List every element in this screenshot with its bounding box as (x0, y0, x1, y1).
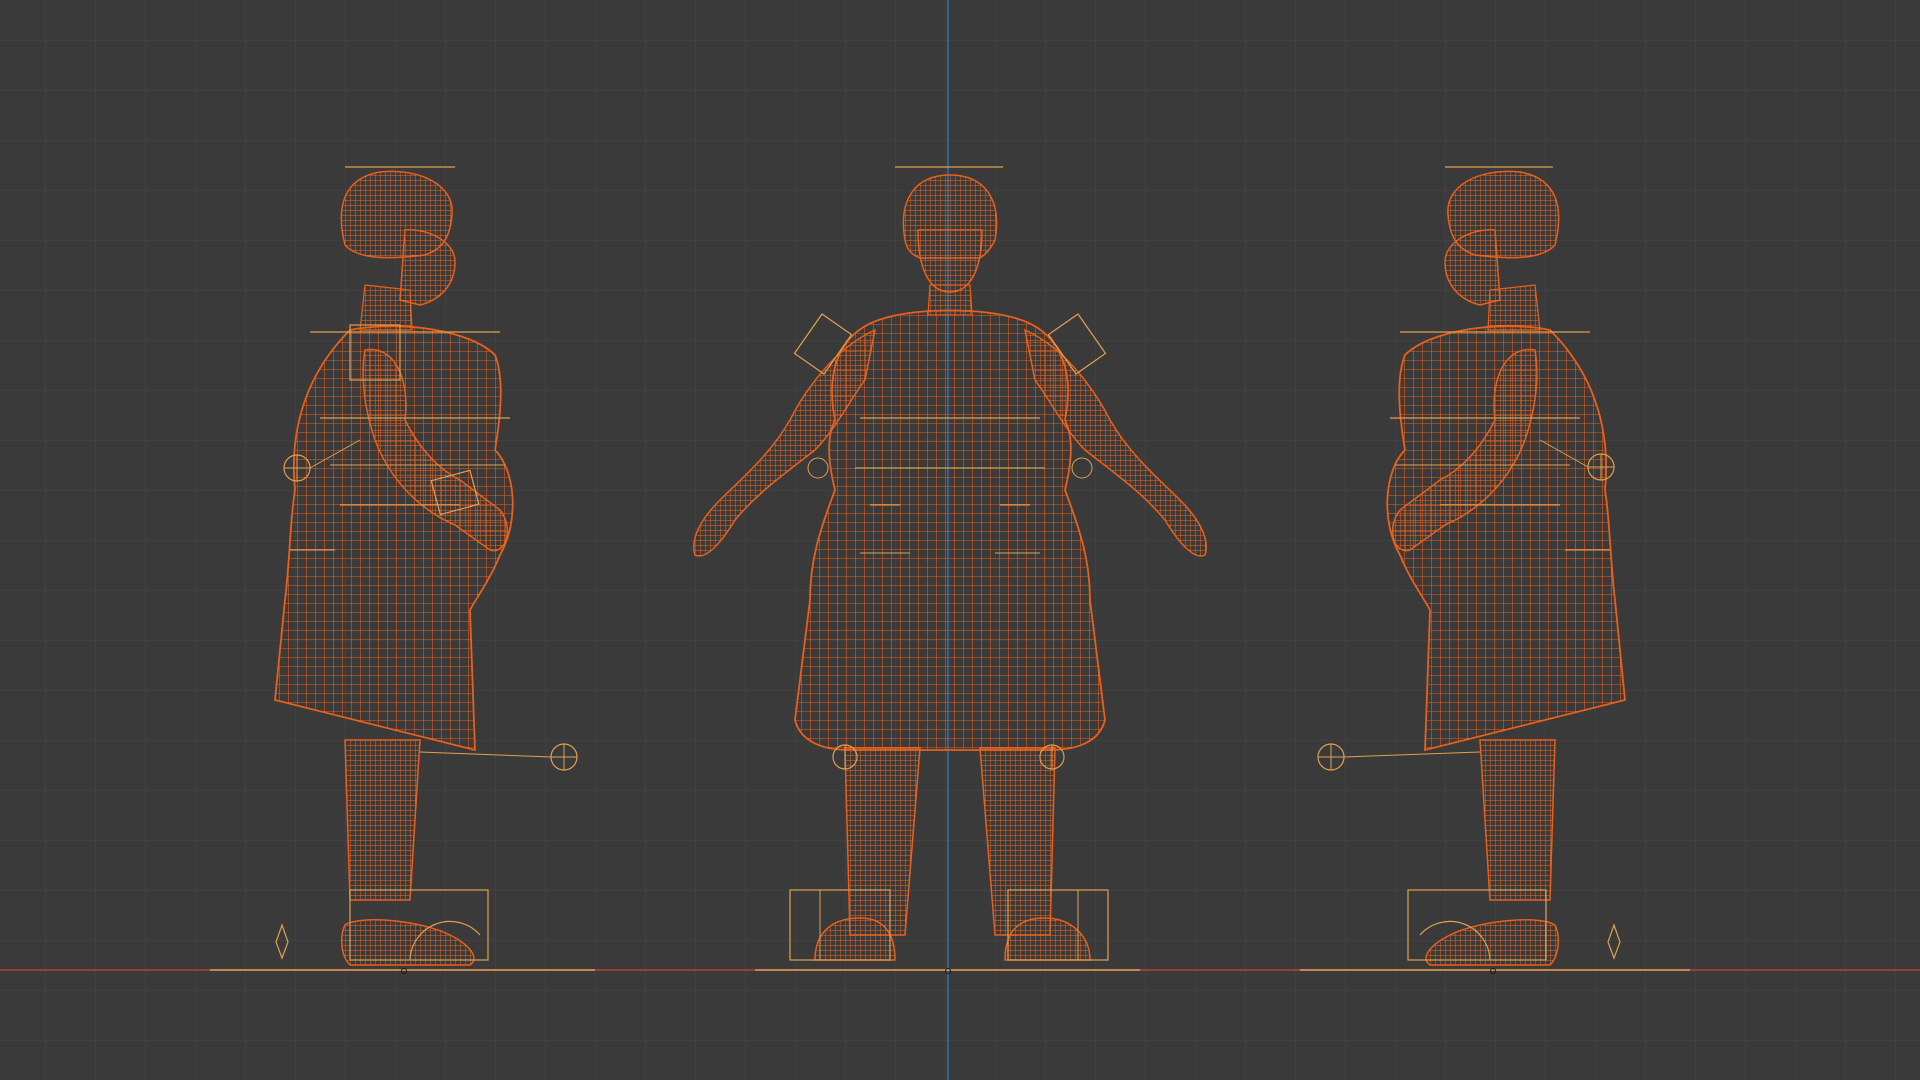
3d-viewport[interactable] (0, 0, 1920, 1080)
dress-mesh (794, 309, 1106, 751)
viewport-canvas[interactable] (0, 0, 1920, 1080)
